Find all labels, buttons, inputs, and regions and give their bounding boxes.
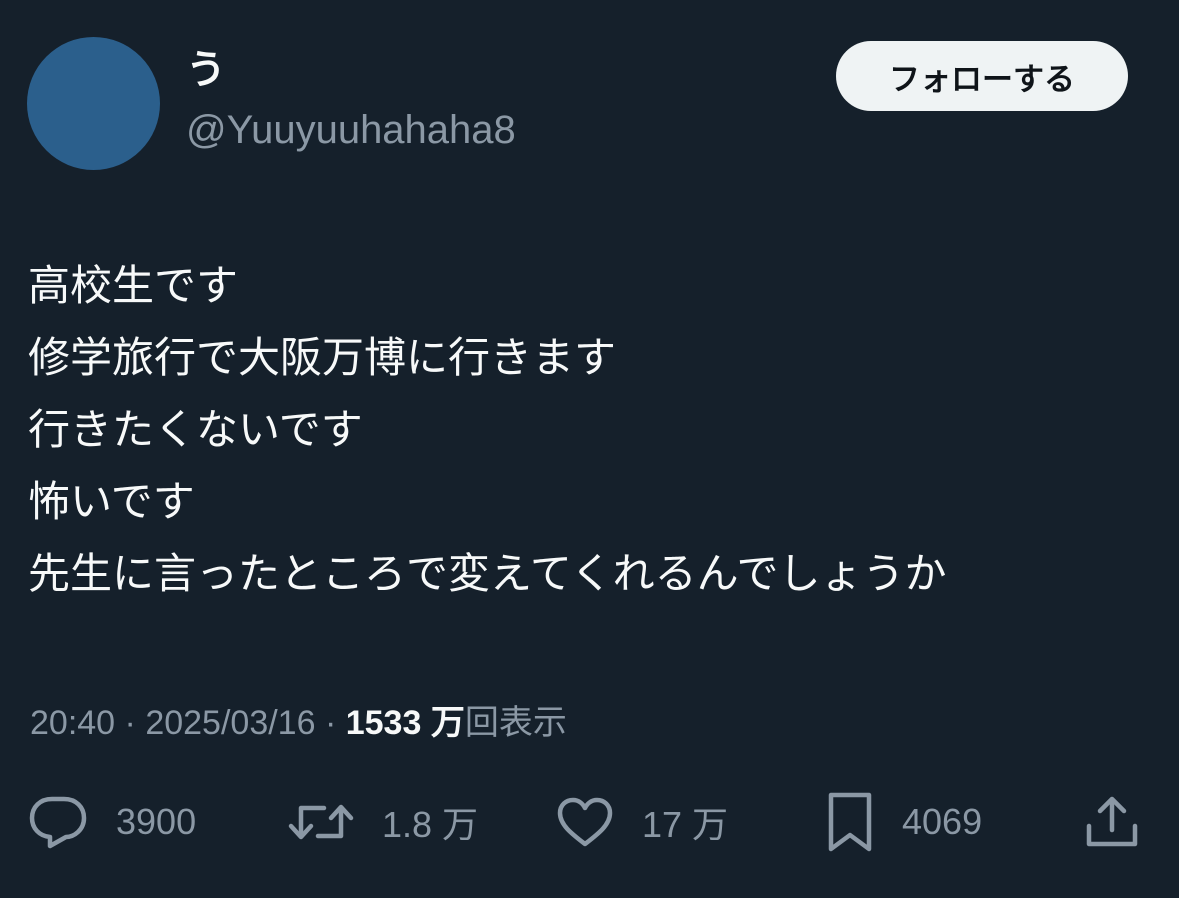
bookmark-button[interactable]: 4069 bbox=[826, 782, 982, 862]
follow-button[interactable]: フォローする bbox=[836, 41, 1128, 111]
tweet-line: 行きたくないです bbox=[28, 405, 363, 454]
views-label: 回表示 bbox=[464, 704, 567, 742]
views-count: 1533 万 bbox=[345, 704, 465, 742]
bookmark-icon bbox=[826, 791, 874, 853]
heart-icon bbox=[556, 796, 614, 848]
meta-separator: · bbox=[124, 704, 136, 742]
tweet-text: 高校生です 修学旅行で大阪万博に行きます 行きたくないです 怖いです 先生に言っ… bbox=[28, 250, 1158, 610]
tweet-meta: 20:40 · 2025/03/16 · 1533 万回表示 bbox=[30, 695, 567, 744]
like-count: 17 万 bbox=[642, 804, 729, 845]
display-name[interactable]: う bbox=[186, 50, 226, 90]
reply-icon bbox=[28, 794, 88, 850]
tweet-time[interactable]: 20:40 bbox=[30, 704, 115, 742]
tweet-date[interactable]: 2025/03/16 bbox=[145, 704, 315, 742]
action-bar: 3900 1.8 万 17 万 4069 bbox=[0, 782, 1179, 862]
tweet-line: 修学旅行で大阪万博に行きます bbox=[28, 333, 617, 382]
avatar[interactable] bbox=[27, 37, 160, 170]
reply-button[interactable]: 3900 bbox=[28, 782, 196, 862]
meta-separator: · bbox=[324, 704, 337, 742]
retweet-icon bbox=[288, 796, 354, 848]
tweet-line: 怖いです bbox=[28, 477, 195, 526]
reply-count: 3900 bbox=[116, 801, 197, 842]
share-button[interactable] bbox=[1084, 782, 1140, 862]
retweet-count: 1.8 万 bbox=[382, 804, 479, 845]
bookmark-count: 4069 bbox=[902, 801, 983, 842]
user-handle[interactable]: @Yuuyuuhahaha8 bbox=[186, 110, 516, 150]
like-button[interactable]: 17 万 bbox=[556, 782, 728, 862]
share-icon bbox=[1084, 794, 1140, 850]
retweet-button[interactable]: 1.8 万 bbox=[288, 782, 478, 862]
tweet-line: 先生に言ったところで変えてくれるんでしょうか bbox=[28, 549, 947, 598]
tweet-line: 高校生です bbox=[28, 261, 239, 310]
